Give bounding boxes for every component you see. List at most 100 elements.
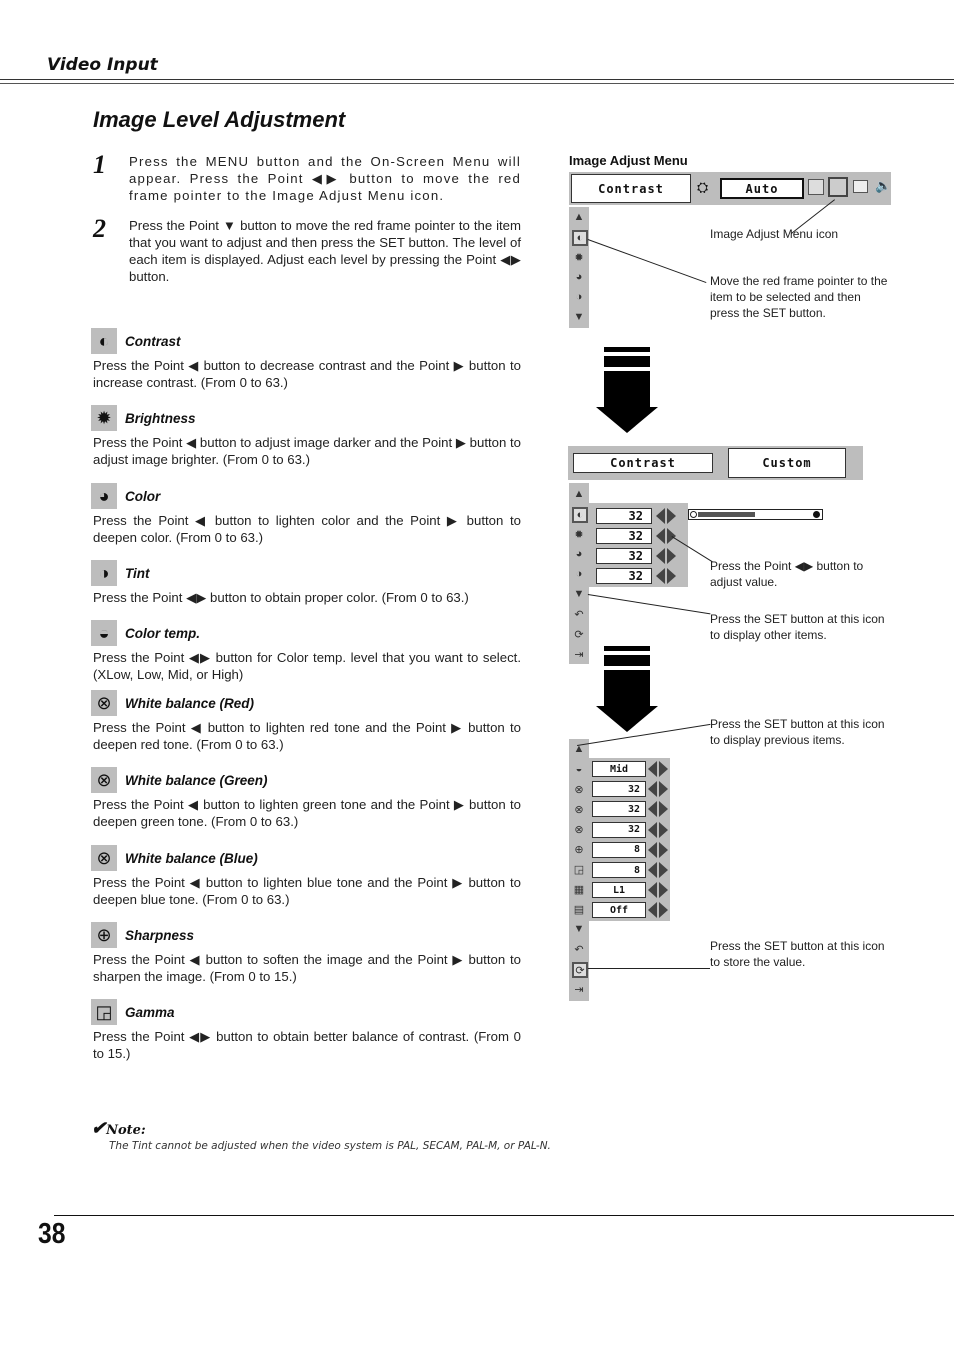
color-temp-icon[interactable]: ◒ <box>572 762 586 776</box>
color-icon[interactable]: ◕ <box>572 547 586 561</box>
noise-reduction-icon[interactable]: ▦ <box>572 882 586 896</box>
up-arrow-icon[interactable]: ▲ <box>572 487 586 501</box>
menu-item-box[interactable]: Contrast <box>573 453 713 473</box>
store-icon[interactable]: ⟳ <box>572 962 588 978</box>
slider-min-icon <box>690 511 697 518</box>
item-title: White balance (Blue) <box>125 851 258 866</box>
value-field[interactable]: 32 <box>592 821 646 838</box>
value-field[interactable]: 32 <box>592 781 646 798</box>
mode-box[interactable]: Custom <box>728 448 846 478</box>
down-arrow-icon[interactable]: ▼ <box>572 310 586 324</box>
image-adjust-menu-icon[interactable] <box>828 177 848 197</box>
menu-bar: Contrast Custom <box>568 446 863 480</box>
item-description: Press the Point ◀ button to lighten gree… <box>93 797 521 829</box>
tint-icon[interactable]: ◑ <box>572 290 586 304</box>
quit-icon[interactable]: ⇥ <box>572 982 586 996</box>
annotation-adjust: Press the Point ◀▶ button to adjust valu… <box>710 559 864 589</box>
left-right-arrows-icon[interactable] <box>655 528 677 544</box>
brightness-icon: ✹ <box>91 405 117 431</box>
checkmark-icon: ✔ <box>91 1118 107 1139</box>
tint-icon[interactable]: ◑ <box>572 567 586 581</box>
white-balance-blue-icon: ⊗ <box>91 845 117 871</box>
figure-title: Image Adjust Menu <box>569 153 688 168</box>
annotation-next: Press the SET button at this icon to dis… <box>710 612 885 642</box>
step-text: Press the MENU button and the On-Screen … <box>129 154 521 203</box>
down-arrow-icon[interactable]: ▼ <box>572 922 586 936</box>
value-field[interactable]: Mid <box>592 761 646 777</box>
value-field[interactable]: Off <box>592 902 646 919</box>
image-select-icon[interactable]: ⛭ <box>697 179 708 196</box>
item-title: Color <box>125 489 161 504</box>
leader-line <box>587 239 707 284</box>
header-rule <box>0 79 954 80</box>
white-balance-green-icon[interactable]: ⊗ <box>572 802 586 816</box>
left-right-arrows-icon[interactable] <box>647 902 669 919</box>
note-text: The Tint cannot be adjusted when the vid… <box>109 1140 551 1152</box>
white-balance-red-icon[interactable]: ⊗ <box>572 782 586 796</box>
brightness-icon[interactable]: ✹ <box>572 527 586 541</box>
color-icon: ◕ <box>91 483 117 509</box>
item-description: Press the Point ◀ button to decrease con… <box>93 358 521 390</box>
note-heading: ✔Note: <box>91 1118 146 1139</box>
brightness-icon[interactable]: ✹ <box>572 250 586 264</box>
left-right-arrows-icon[interactable] <box>647 761 669 777</box>
down-arrow-icon[interactable]: ▼ <box>572 587 586 601</box>
left-right-arrows-icon[interactable] <box>647 801 669 818</box>
left-right-arrows-icon[interactable] <box>647 882 669 899</box>
store-icon[interactable]: ⟳ <box>572 627 586 641</box>
screen-icon[interactable] <box>853 180 868 193</box>
sound-icon[interactable]: 🔈 <box>875 178 891 194</box>
contrast-icon[interactable]: ◐ <box>572 507 588 523</box>
item-description: Press the Point ◀ button to lighten blue… <box>93 875 521 907</box>
annotation-menu-icon: Image Adjust Menu icon <box>710 227 839 241</box>
left-right-arrows-icon[interactable] <box>647 862 669 878</box>
menu-item-box[interactable]: Contrast <box>571 174 691 203</box>
value-field[interactable]: 32 <box>592 801 646 818</box>
left-right-arrows-icon[interactable] <box>655 508 677 524</box>
left-right-arrows-icon[interactable] <box>655 568 677 584</box>
gamma-icon[interactable]: ◲ <box>572 862 586 876</box>
value-field[interactable]: 32 <box>596 548 652 564</box>
value-field[interactable]: 8 <box>592 862 646 878</box>
level-slider[interactable] <box>688 509 823 520</box>
item-title: Brightness <box>125 411 196 426</box>
page-heading: Image Level Adjustment <box>93 107 346 132</box>
value-field[interactable]: L1 <box>592 882 646 899</box>
left-right-arrows-icon[interactable] <box>655 548 677 564</box>
header-rule-secondary <box>0 83 954 84</box>
item-description: Press the Point ◀▶ button to obtain bett… <box>93 1029 521 1061</box>
left-right-arrows-icon[interactable] <box>647 841 669 858</box>
item-title: Tint <box>125 566 150 581</box>
value-field[interactable]: 32 <box>596 568 652 584</box>
white-balance-green-icon: ⊗ <box>91 767 117 793</box>
item-description: Press the Point ◀ button to soften the i… <box>93 952 521 984</box>
down-arrow-icon <box>596 646 666 732</box>
progressive-icon[interactable]: ▤ <box>572 902 586 916</box>
white-balance-blue-icon[interactable]: ⊗ <box>572 822 586 836</box>
sharpness-icon[interactable]: ⊕ <box>572 842 586 856</box>
contrast-icon[interactable]: ◐ <box>572 230 588 246</box>
page-number: 38 <box>38 1218 66 1250</box>
up-arrow-icon[interactable]: ▲ <box>572 210 586 224</box>
annotation-pointer: Move the red frame pointer to the item t… <box>710 274 888 320</box>
menu-side-strip: ▲ ◒ ⊗ ⊗ ⊗ ⊕ ◲ ▦ ▤ ▼ ↶ ⟳ ⇥ <box>569 739 589 1001</box>
color-icon[interactable]: ◕ <box>572 270 586 284</box>
sharpness-icon: ⊕ <box>91 922 117 948</box>
reset-icon[interactable]: ↶ <box>572 607 586 621</box>
left-right-arrows-icon[interactable] <box>647 781 669 798</box>
values-panel: 32 32 32 32 <box>589 503 688 587</box>
pc-adjust-icon[interactable] <box>808 179 824 195</box>
item-description: Press the Point ◀ button to lighten colo… <box>93 513 521 545</box>
annotation-store: Press the SET button at this icon to sto… <box>710 939 885 969</box>
value-field[interactable]: 8 <box>592 841 646 858</box>
left-right-arrows-icon[interactable] <box>647 821 669 838</box>
mode-box[interactable]: Auto <box>720 178 804 199</box>
leader-line <box>588 968 710 969</box>
gamma-icon: ◲ <box>91 999 117 1025</box>
value-field[interactable]: 32 <box>596 508 652 524</box>
color-temp-icon: ◒ <box>91 620 117 646</box>
reset-icon[interactable]: ↶ <box>572 942 586 956</box>
item-title: Gamma <box>125 1005 175 1020</box>
quit-icon[interactable]: ⇥ <box>572 647 586 661</box>
value-field[interactable]: 32 <box>596 528 652 544</box>
